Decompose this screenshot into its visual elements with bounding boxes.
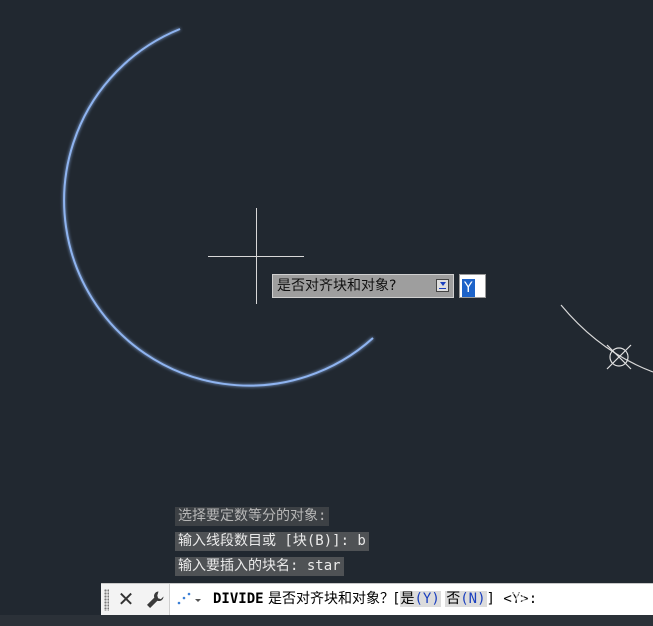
drag-handle-icon[interactable]: [104, 589, 109, 611]
secondary-arc[interactable]: [560, 304, 653, 373]
dynamic-input-field[interactable]: Y: [459, 274, 486, 298]
command-history-line: 选择要定数等分的对象:: [175, 507, 330, 526]
dynamic-input-value[interactable]: Y: [462, 279, 475, 297]
command-input-area[interactable]: DIVIDE 是否对齐块和对象？[是(Y) 否(N)] <Y>:: [169, 584, 653, 616]
command-prompt: DIVIDE 是否对齐块和对象？[是(Y) 否(N)] <Y>:: [213, 589, 537, 609]
close-icon[interactable]: ✕: [116, 588, 136, 610]
command-name: DIVIDE: [213, 591, 264, 607]
recent-commands-icon[interactable]: [174, 590, 204, 610]
option-yes-label[interactable]: 是: [401, 591, 415, 607]
dynamic-input-prompt-text: 是否对齐块和对象?: [277, 278, 397, 294]
command-suffix: ] <Y>:: [486, 591, 538, 607]
options-download-icon[interactable]: [436, 279, 449, 292]
block-marker-icon: [606, 344, 632, 370]
command-history-line: 输入线段数目或 [块(B)]: b: [175, 532, 369, 551]
command-prompt-text: 是否对齐块和对象？[: [268, 591, 400, 607]
selected-arc[interactable]: [63, 28, 374, 387]
command-history-line: 输入要插入的块名: star: [175, 557, 344, 576]
option-yes[interactable]: 是(Y): [399, 591, 441, 607]
wrench-icon[interactable]: [143, 588, 167, 612]
command-line-bar: ✕ DIVIDE 是否对齐块和对象？[是(Y) 否(N)] <Y>:: [101, 583, 653, 616]
option-no[interactable]: 否(N): [445, 591, 487, 607]
option-no-label[interactable]: 否: [446, 591, 460, 607]
option-yes-key[interactable]: (Y): [415, 591, 440, 607]
option-no-key[interactable]: (N): [460, 591, 485, 607]
status-strip: [0, 615, 653, 626]
dynamic-input-prompt: 是否对齐块和对象?: [272, 274, 454, 298]
